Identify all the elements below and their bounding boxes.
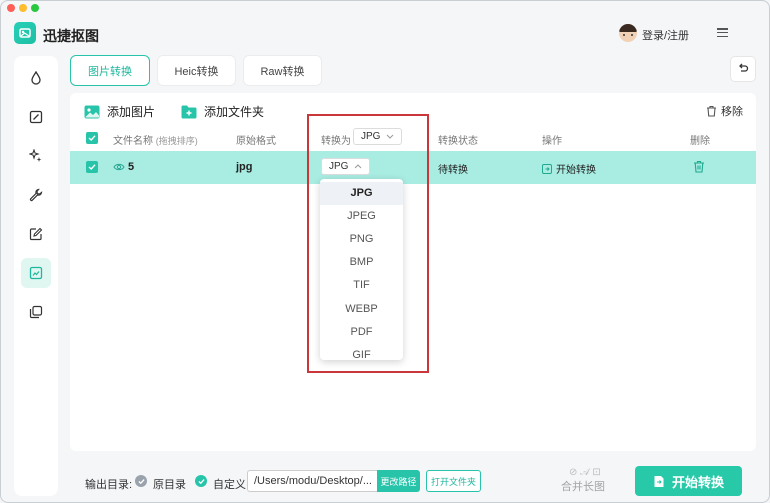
- sidebar-item-enhance[interactable]: [21, 141, 51, 171]
- tab-image-convert[interactable]: 图片转换: [70, 55, 150, 86]
- sidebar-item-tools[interactable]: [21, 180, 51, 210]
- sidebar-item-annotate[interactable]: [21, 219, 51, 249]
- sidebar-item-convert[interactable]: [21, 258, 51, 288]
- add-folder-button[interactable]: 添加文件夹: [181, 103, 264, 120]
- row-filename: 5: [128, 161, 135, 173]
- header-status: 转换状态: [438, 136, 478, 147]
- radio-custom-dir[interactable]: [195, 475, 207, 487]
- folder-add-icon: [181, 105, 197, 118]
- login-register-link[interactable]: 登录/注册: [642, 27, 689, 43]
- header-action: 操作: [542, 136, 562, 147]
- watermark-text: ⊘ 𝒜 ⊡ 合并长图: [561, 467, 605, 493]
- convert-file-icon: [542, 163, 552, 174]
- option-custom-dir-label: 自定义: [213, 479, 246, 491]
- open-folder-button[interactable]: 打开文件夹: [426, 470, 481, 492]
- header-delete: 删除: [690, 136, 710, 147]
- app-title: 迅捷抠图: [43, 28, 99, 44]
- remove-button[interactable]: 移除: [706, 103, 743, 119]
- output-directory-label: 输出目录:: [85, 479, 133, 491]
- app-logo-icon: [14, 22, 36, 44]
- row-delete-icon[interactable]: [693, 160, 705, 173]
- header-original-format: 原始格式: [236, 136, 276, 147]
- row-start-convert-button[interactable]: 开始转换: [542, 161, 596, 176]
- app-window: 迅捷抠图 登录/注册 图片转换 Heic转换 Raw转换 添加图片 添加文件夹 …: [0, 0, 770, 503]
- top-bar: 迅捷抠图 登录/注册: [1, 1, 769, 53]
- wrench-icon: [29, 188, 43, 202]
- convert-file-icon: [654, 475, 664, 487]
- check-icon: [88, 135, 96, 141]
- row-checkbox[interactable]: [86, 161, 98, 173]
- check-icon: [137, 478, 145, 484]
- add-image-button[interactable]: 添加图片: [84, 103, 155, 120]
- hamburger-menu-icon[interactable]: [717, 28, 728, 37]
- pencil-square-icon: [29, 227, 43, 241]
- tab-heic-convert[interactable]: Heic转换: [157, 55, 236, 86]
- check-icon: [88, 164, 96, 170]
- annotation-highlight-box: [307, 114, 429, 373]
- user-avatar[interactable]: [619, 24, 637, 42]
- output-path-field[interactable]: /Users/modu/Desktop/...: [247, 470, 377, 492]
- eye-icon[interactable]: [113, 162, 125, 172]
- change-path-button[interactable]: 更改路径: [377, 470, 420, 492]
- sidebar: [14, 56, 58, 496]
- copy-icon: [29, 305, 43, 319]
- back-button[interactable]: [730, 56, 756, 82]
- row-status: 待转换: [438, 165, 468, 176]
- option-original-dir-label: 原目录: [153, 479, 186, 491]
- sidebar-item-batch[interactable]: [21, 297, 51, 327]
- image-edit-icon: [29, 110, 43, 124]
- sidebar-item-remove-bg[interactable]: [21, 63, 51, 93]
- image-icon: [84, 105, 100, 118]
- row-original-format: jpg: [236, 161, 253, 173]
- trash-icon: [707, 105, 716, 117]
- check-icon: [197, 478, 205, 484]
- sidebar-item-edit-image[interactable]: [21, 102, 51, 132]
- sparkle-icon: [29, 149, 42, 162]
- undo-arrow-icon: [739, 63, 749, 72]
- drop-icon: [31, 71, 41, 85]
- header-filename-hint: (拖拽排序): [155, 136, 198, 146]
- tab-raw-convert[interactable]: Raw转换: [243, 55, 322, 86]
- select-all-checkbox[interactable]: [86, 132, 98, 144]
- header-filename: 文件名称 (拖拽排序): [113, 136, 198, 147]
- radio-original-dir[interactable]: [135, 475, 147, 487]
- convert-image-icon: [29, 266, 43, 280]
- start-convert-button[interactable]: 开始转换: [635, 466, 742, 496]
